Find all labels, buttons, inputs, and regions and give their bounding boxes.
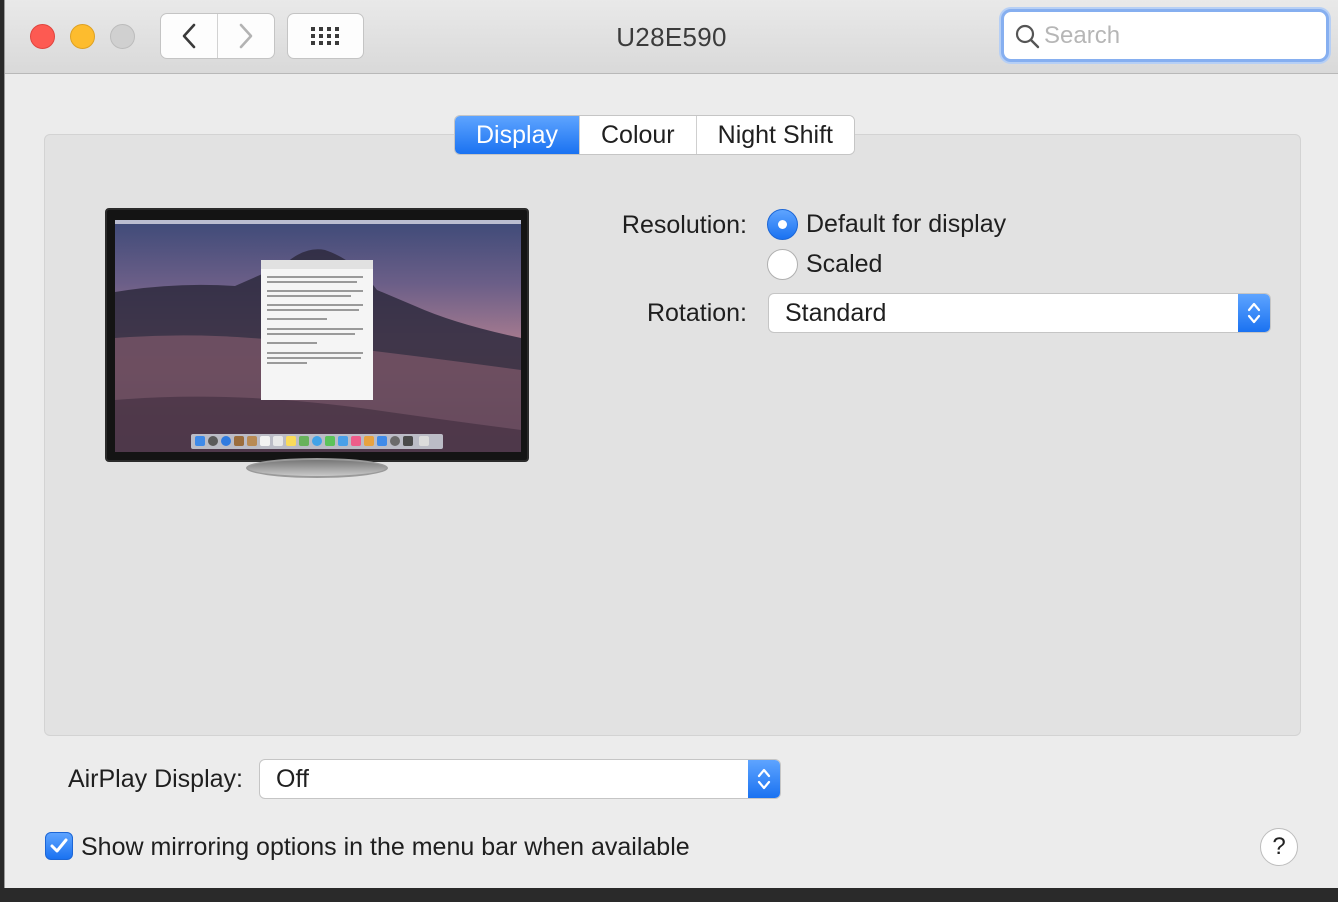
rotation-label: Rotation: bbox=[646, 299, 747, 327]
resolution-option-default[interactable]: Default for display bbox=[767, 209, 1006, 240]
show-mirroring-checkbox[interactable] bbox=[45, 832, 73, 860]
tab-night-shift[interactable]: Night Shift bbox=[695, 116, 854, 154]
resolution-label: Resolution: bbox=[621, 211, 747, 239]
monitor-stand-image bbox=[246, 458, 388, 478]
search-icon bbox=[1015, 24, 1040, 48]
rotation-select[interactable]: Standard bbox=[768, 293, 1271, 333]
display-pane: Resolution: Default for display Scaled R… bbox=[44, 134, 1301, 736]
up-down-arrows-icon bbox=[748, 760, 780, 798]
show-mirroring-label[interactable]: Show mirroring options in the menu bar w… bbox=[81, 833, 690, 862]
help-button[interactable]: ? bbox=[1260, 828, 1298, 866]
airplay-display-select[interactable]: Off bbox=[259, 759, 781, 799]
tab-display[interactable]: Display bbox=[455, 116, 579, 154]
resolution-scaled-radio[interactable] bbox=[767, 249, 798, 280]
up-down-arrows-icon bbox=[1238, 294, 1270, 332]
resolution-scaled-label: Scaled bbox=[806, 250, 883, 278]
checkmark-icon bbox=[50, 838, 68, 853]
search-placeholder: Search bbox=[1044, 21, 1121, 49]
display-preferences-window: U28E590 Search Display Colour Night Shif… bbox=[4, 0, 1338, 888]
desktop-preview-image bbox=[115, 220, 521, 452]
tab-colour[interactable]: Colour bbox=[578, 116, 696, 154]
search-field[interactable]: Search bbox=[1001, 9, 1329, 62]
rotation-select-value: Standard bbox=[785, 298, 887, 327]
airplay-display-label: AirPlay Display: bbox=[67, 765, 243, 793]
monitor-image bbox=[105, 208, 529, 462]
monitor-illustration bbox=[105, 208, 530, 478]
resolution-default-label: Default for display bbox=[806, 210, 1007, 238]
resolution-option-scaled[interactable]: Scaled bbox=[767, 249, 882, 280]
preference-tabs: Display Colour Night Shift bbox=[454, 115, 855, 155]
desktop-wallpaper-graphic bbox=[115, 220, 521, 452]
airplay-select-value: Off bbox=[276, 764, 309, 793]
toolbar: U28E590 Search bbox=[5, 0, 1338, 74]
resolution-default-radio[interactable] bbox=[767, 209, 798, 240]
